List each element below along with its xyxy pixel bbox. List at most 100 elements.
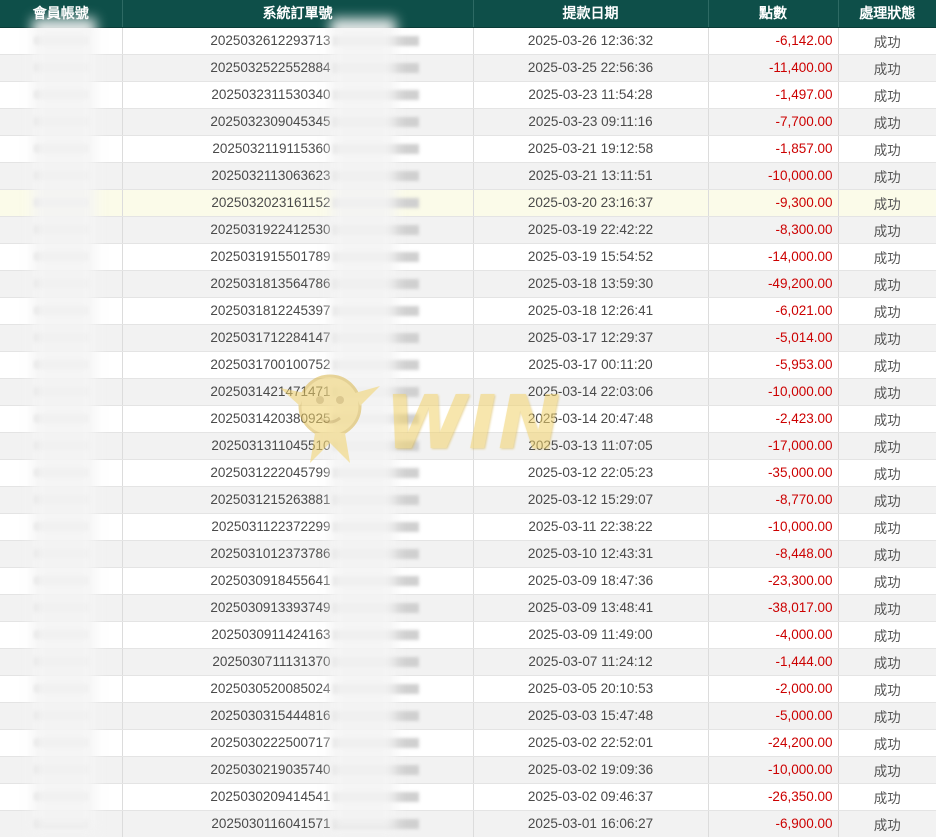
- order-number: 2025031222045799: [210, 465, 331, 480]
- status-cell: 成功: [838, 729, 936, 757]
- redacted-member-account: [34, 792, 88, 801]
- table-row[interactable]: 2025030209414541 2025-03-02 09:46:37 -26,3…: [0, 783, 936, 811]
- status-cell: 成功: [838, 513, 936, 541]
- table-row[interactable]: 2025032309045345 2025-03-23 09:11:16 -7,70…: [0, 108, 936, 136]
- withdrawal-date-cell: 2025-03-10 12:43:31: [473, 540, 709, 568]
- table-row[interactable]: 2025032119115360 2025-03-21 19:12:58 -1,85…: [0, 135, 936, 163]
- points-cell: -11,400.00: [708, 54, 839, 82]
- points-cell: -1,497.00: [708, 81, 839, 109]
- member-account-cell: [0, 135, 123, 163]
- table-row[interactable]: 2025031222045799 2025-03-12 22:05:23 -35,0…: [0, 459, 936, 487]
- table-row[interactable]: 2025032311530340 2025-03-23 11:54:28 -1,49…: [0, 81, 936, 109]
- withdrawal-date-cell: 2025-03-25 22:56:36: [473, 54, 709, 82]
- member-account-cell: [0, 297, 123, 325]
- member-account-cell: [0, 270, 123, 298]
- order-number-cell: 2025030222500717: [122, 729, 474, 757]
- order-number: 2025032311530340: [211, 87, 331, 102]
- table-row[interactable]: 2025031812245397 2025-03-18 12:26:41 -6,02…: [0, 297, 936, 325]
- redacted-member-account: [34, 603, 88, 612]
- table-row[interactable]: 2025030711131370 2025-03-07 11:24:12 -1,44…: [0, 648, 936, 676]
- table-row[interactable]: 2025031420380925 2025-03-14 20:47:48 -2,42…: [0, 405, 936, 433]
- order-number-cell: 2025031421471471: [122, 378, 474, 406]
- table-row[interactable]: 2025031922412530 2025-03-19 22:42:22 -8,30…: [0, 216, 936, 244]
- table-row[interactable]: 2025032522552884 2025-03-25 22:56:36 -11,4…: [0, 54, 936, 82]
- withdrawal-date-cell: 2025-03-07 11:24:12: [473, 648, 709, 676]
- column-header-member-account[interactable]: 會員帳號: [0, 0, 123, 28]
- withdrawal-date-cell: 2025-03-14 20:47:48: [473, 405, 709, 433]
- status-cell: 成功: [838, 324, 936, 352]
- redacted-member-account: [34, 144, 88, 153]
- order-number-cell: 2025030913393749: [122, 594, 474, 622]
- withdrawal-date-cell: 2025-03-21 19:12:58: [473, 135, 709, 163]
- redacted-order-suffix: [332, 549, 419, 560]
- order-number: 2025030911424163: [211, 627, 331, 642]
- table-row[interactable]: 2025031712284147 2025-03-17 12:29:37 -5,01…: [0, 324, 936, 352]
- order-number: 2025031700100752: [210, 357, 331, 372]
- member-account-cell: [0, 756, 123, 784]
- table-row[interactable]: 2025031813564786 2025-03-18 13:59:30 -49,2…: [0, 270, 936, 298]
- points-cell: -6,021.00: [708, 297, 839, 325]
- order-number-cell: 2025032522552884: [122, 54, 474, 82]
- order-number: 2025031812245397: [210, 303, 331, 318]
- table-row[interactable]: 2025031215263881 2025-03-12 15:29:07 -8,77…: [0, 486, 936, 514]
- member-account-cell: [0, 162, 123, 190]
- order-number-cell: 2025031311045510: [122, 432, 474, 460]
- table-row[interactable]: 2025031311045510 2025-03-13 11:07:05 -17,0…: [0, 432, 936, 460]
- table-row[interactable]: 2025031421471471 2025-03-14 22:03:06 -10,0…: [0, 378, 936, 406]
- order-number-cell: 2025032311530340: [122, 81, 474, 109]
- column-header-withdrawal-date[interactable]: 提款日期: [473, 0, 709, 28]
- table-row[interactable]: 2025030315444816 2025-03-03 15:47:48 -5,00…: [0, 702, 936, 730]
- withdrawal-date-cell: 2025-03-12 15:29:07: [473, 486, 709, 514]
- table-row[interactable]: 2025032113063623 2025-03-21 13:11:51 -10,0…: [0, 162, 936, 190]
- order-number-cell: 2025030711131370: [122, 648, 474, 676]
- status-cell: 成功: [838, 675, 936, 703]
- withdrawal-date-cell: 2025-03-18 12:26:41: [473, 297, 709, 325]
- table-row[interactable]: 2025030520085024 2025-03-05 20:10:53 -2,00…: [0, 675, 936, 703]
- status-cell: 成功: [838, 810, 936, 837]
- points-cell: -8,448.00: [708, 540, 839, 568]
- order-number: 2025030315444816: [210, 708, 331, 723]
- redacted-order-suffix: [332, 630, 419, 641]
- redacted-member-account: [34, 657, 88, 666]
- table-row[interactable]: 2025032612293713 2025-03-26 12:36:32 -6,14…: [0, 27, 936, 55]
- order-number-cell: 2025032119115360: [122, 135, 474, 163]
- table-row[interactable]: 2025030116041571 2025-03-01 16:06:27 -6,90…: [0, 810, 936, 837]
- withdrawal-date-cell: 2025-03-02 22:52:01: [473, 729, 709, 757]
- table-row[interactable]: 2025030222500717 2025-03-02 22:52:01 -24,2…: [0, 729, 936, 757]
- status-cell: 成功: [838, 27, 936, 55]
- table-row[interactable]: 2025030911424163 2025-03-09 11:49:00 -4,00…: [0, 621, 936, 649]
- column-header-system-order-number[interactable]: 系統訂單號: [122, 0, 474, 28]
- redacted-member-account: [34, 306, 88, 315]
- order-number: 2025031813564786: [210, 276, 331, 291]
- member-account-cell: [0, 486, 123, 514]
- redacted-member-account: [34, 252, 88, 261]
- points-cell: -10,000.00: [708, 756, 839, 784]
- table-row[interactable]: 2025032023161152 2025-03-20 23:16:37 -9,30…: [0, 189, 936, 217]
- member-account-cell: [0, 405, 123, 433]
- withdrawal-date-cell: 2025-03-02 19:09:36: [473, 756, 709, 784]
- member-account-cell: [0, 513, 123, 541]
- table-row[interactable]: 2025030219035740 2025-03-02 19:09:36 -10,0…: [0, 756, 936, 784]
- column-header-status[interactable]: 處理狀態: [838, 0, 936, 28]
- member-account-cell: [0, 648, 123, 676]
- status-cell: 成功: [838, 351, 936, 379]
- points-cell: -23,300.00: [708, 567, 839, 595]
- table-row[interactable]: 2025031122372299 2025-03-11 22:38:22 -10,0…: [0, 513, 936, 541]
- points-cell: -5,014.00: [708, 324, 839, 352]
- order-number: 2025032612293713: [210, 33, 331, 48]
- member-account-cell: [0, 810, 123, 837]
- column-header-points[interactable]: 點數: [708, 0, 839, 28]
- order-number-cell: 2025031812245397: [122, 297, 474, 325]
- redacted-order-suffix: [332, 198, 419, 209]
- points-cell: -6,900.00: [708, 810, 839, 837]
- status-cell: 成功: [838, 486, 936, 514]
- table-row[interactable]: 2025030918455641 2025-03-09 18:47:36 -23,3…: [0, 567, 936, 595]
- table-row[interactable]: 2025031700100752 2025-03-17 00:11:20 -5,95…: [0, 351, 936, 379]
- table-row[interactable]: 2025031012373786 2025-03-10 12:43:31 -8,44…: [0, 540, 936, 568]
- table-row[interactable]: 2025031915501789 2025-03-19 15:54:52 -14,0…: [0, 243, 936, 271]
- table-row[interactable]: 2025030913393749 2025-03-09 13:48:41 -38,0…: [0, 594, 936, 622]
- status-cell: 成功: [838, 297, 936, 325]
- redacted-order-suffix: [332, 171, 419, 182]
- order-number-cell: 2025031915501789: [122, 243, 474, 271]
- status-cell: 成功: [838, 783, 936, 811]
